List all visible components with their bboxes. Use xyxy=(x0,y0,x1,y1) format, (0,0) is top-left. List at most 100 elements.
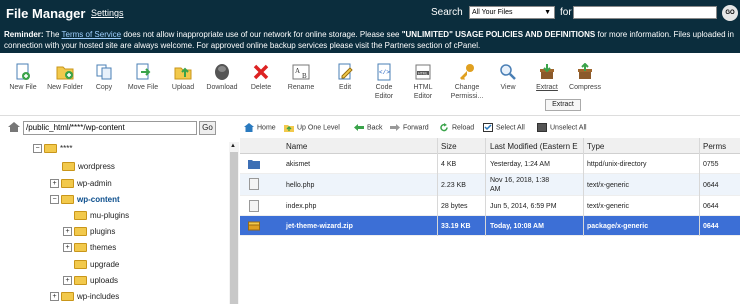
settings-link[interactable]: Settings xyxy=(91,8,124,18)
column-last-modified[interactable]: Last Modified (Eastern E xyxy=(490,142,578,151)
column-divider xyxy=(699,138,700,236)
file-perms: 0644 xyxy=(703,203,719,210)
folder-icon xyxy=(61,292,74,302)
tree-item-wp-admin[interactable]: + wp-admin xyxy=(50,179,112,189)
tree-item-plugins[interactable]: + plugins xyxy=(63,227,115,237)
usage-policies-link[interactable]: "UNLIMITED" USAGE POLICIES AND DEFINITIO… xyxy=(402,30,596,39)
search-scope-select[interactable]: All Your Files ▼ xyxy=(469,6,555,19)
up-one-level-button[interactable]: Up One Level xyxy=(284,123,340,132)
forward-button[interactable]: Forward xyxy=(390,123,429,132)
toolbar: New File New Folder Copy Move File Uploa… xyxy=(0,53,740,116)
reminder-text-b: does not allow inappropriate use of our … xyxy=(121,30,402,39)
column-divider xyxy=(485,138,486,236)
file-list-header: Name Size Last Modified (Eastern E Type … xyxy=(240,138,740,154)
move-file-button[interactable]: Move File xyxy=(125,63,161,92)
back-arrow-icon xyxy=(354,124,364,131)
for-label: for xyxy=(560,7,572,18)
delete-label: Delete xyxy=(250,84,272,91)
home-directory-icon[interactable] xyxy=(8,122,20,132)
copy-button[interactable]: Copy xyxy=(86,63,122,92)
search-go-button[interactable]: GO xyxy=(722,5,738,21)
tree-scrollbar[interactable]: ▲ xyxy=(229,142,239,304)
code-editor-button[interactable]: </> Code Editor xyxy=(366,63,402,101)
select-all-button[interactable]: Select All xyxy=(483,123,525,132)
path-input[interactable]: /public_html/****/wp-content xyxy=(23,121,197,135)
search-scope-value: All Your Files xyxy=(472,9,513,16)
tree-item-label: wordpress xyxy=(78,162,115,171)
column-divider xyxy=(583,138,584,236)
move-file-label: Move File xyxy=(127,84,159,91)
column-type[interactable]: Type xyxy=(587,142,604,151)
tree-item-themes[interactable]: + themes xyxy=(63,243,116,253)
rename-button[interactable]: AB Rename xyxy=(283,63,319,92)
expand-icon[interactable]: + xyxy=(63,227,72,237)
compress-button[interactable]: Compress xyxy=(567,63,603,92)
folder-icon xyxy=(74,243,87,253)
forward-label: Forward xyxy=(403,124,429,132)
tree-item-root[interactable]: − **** xyxy=(33,144,72,154)
back-button[interactable]: Back xyxy=(354,123,383,132)
file-modified: Nov 16, 2018, 1:38 xyxy=(490,177,550,184)
path-go-button[interactable]: Go xyxy=(199,121,216,135)
table-row-selected[interactable]: jet-theme-wizard.zip 33.19 KB Today, 10:… xyxy=(240,216,740,236)
collapse-icon[interactable]: − xyxy=(50,195,59,205)
reload-button[interactable]: Reload xyxy=(439,123,474,132)
table-row[interactable]: akismet 4 KB Yesterday, 1:24 AM httpd/un… xyxy=(240,154,740,174)
expand-icon[interactable]: + xyxy=(63,276,72,286)
edit-button[interactable]: Edit xyxy=(327,63,363,92)
expand-icon[interactable]: + xyxy=(50,292,59,302)
new-folder-button[interactable]: New Folder xyxy=(47,63,83,92)
archive-icon xyxy=(248,221,260,231)
file-modified-line2: AM xyxy=(490,186,501,193)
tree-item-upgrade[interactable]: upgrade xyxy=(74,260,119,270)
folder-icon xyxy=(74,211,87,221)
expand-icon[interactable]: + xyxy=(50,179,59,189)
new-folder-icon xyxy=(56,66,74,80)
file-perms: 0755 xyxy=(703,161,719,168)
reminder-banner: Reminder: The Terms of Service does not … xyxy=(0,27,740,53)
reminder-text-a: The xyxy=(43,30,62,39)
tree-item-label: uploads xyxy=(90,276,119,285)
folder-icon xyxy=(61,179,74,189)
folder-open-icon xyxy=(44,144,57,154)
view-button[interactable]: View xyxy=(490,63,526,92)
file-icon xyxy=(249,178,259,190)
tree-item-uploads[interactable]: + uploads xyxy=(63,276,119,286)
unselect-all-label: Unselect All xyxy=(550,124,587,132)
scrollbar-thumb[interactable] xyxy=(230,152,238,304)
html-editor-button[interactable]: HTML HTML Editor xyxy=(405,63,441,101)
search-input[interactable] xyxy=(573,6,717,19)
home-button[interactable]: Home xyxy=(244,123,276,132)
edit-icon xyxy=(338,63,353,80)
column-size[interactable]: Size xyxy=(441,142,457,151)
scroll-up-icon[interactable]: ▲ xyxy=(230,143,236,149)
delete-button[interactable]: Delete xyxy=(243,63,279,92)
table-row[interactable]: hello.php 2.23 KB Nov 16, 2018, 1:38 AM … xyxy=(240,174,740,196)
tree-item-mu-plugins[interactable]: mu-plugins xyxy=(74,211,129,221)
collapse-icon[interactable]: − xyxy=(33,144,42,154)
tree-item-wp-content[interactable]: − wp-content xyxy=(50,195,120,205)
magnifier-icon xyxy=(500,64,516,80)
tree-item-wp-includes[interactable]: + wp-includes xyxy=(50,292,119,302)
file-name: jet-theme-wizard.zip xyxy=(286,223,353,230)
terms-of-service-link[interactable]: Terms of Service xyxy=(62,30,122,39)
upload-button[interactable]: Upload xyxy=(165,63,201,92)
folder-icon xyxy=(248,160,260,169)
folder-icon xyxy=(74,260,87,270)
column-name[interactable]: Name xyxy=(286,142,307,151)
table-row[interactable]: index.php 28 bytes Jun 5, 2014, 6:59 PM … xyxy=(240,196,740,216)
download-button[interactable]: Download xyxy=(204,63,240,92)
expand-icon[interactable]: + xyxy=(63,243,72,253)
unselect-all-button[interactable]: Unselect All xyxy=(537,123,587,132)
select-all-label: Select All xyxy=(496,124,525,132)
file-size: 4 KB xyxy=(441,161,457,168)
reminder-lead: Reminder: xyxy=(4,30,44,39)
file-type: httpd/unix-directory xyxy=(587,161,647,168)
extract-button[interactable]: Extract xyxy=(529,63,565,92)
column-perms[interactable]: Perms xyxy=(703,142,726,151)
file-size: 33.19 KB xyxy=(441,223,471,230)
tree-item-wordpress[interactable]: wordpress xyxy=(62,162,115,172)
new-file-button[interactable]: New File xyxy=(5,63,41,92)
change-permissions-button[interactable]: Change Permissi... xyxy=(444,63,490,101)
code-editor-label: Code Editor xyxy=(374,84,394,100)
